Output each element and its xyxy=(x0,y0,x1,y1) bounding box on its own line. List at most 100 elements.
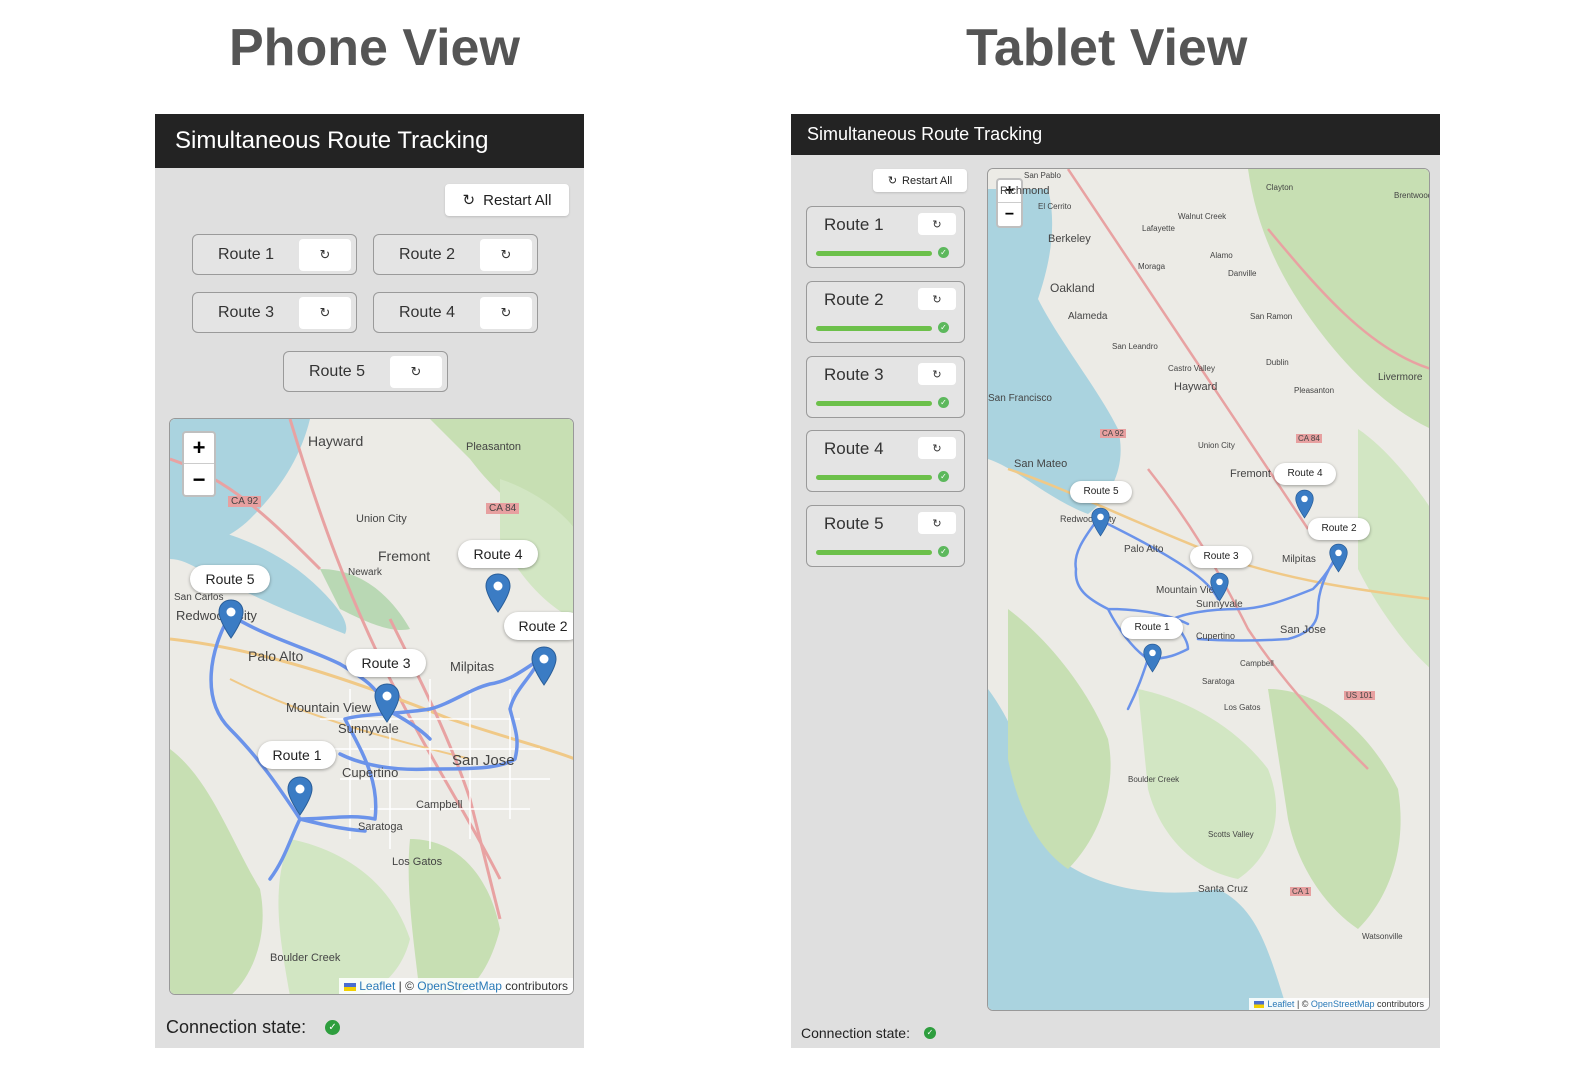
place-label: Livermore xyxy=(1378,372,1423,383)
map-attribution: Leaflet | © OpenStreetMap contributors xyxy=(339,978,573,994)
place-label: Hayward xyxy=(1174,381,1218,393)
route-restart-button[interactable]: ↻ xyxy=(918,437,956,459)
route-label: Route 5 xyxy=(824,514,884,533)
map-marker-icon[interactable] xyxy=(218,599,244,639)
osm-link[interactable]: OpenStreetMap xyxy=(1311,999,1375,1009)
route-label: Route 1 xyxy=(824,215,884,234)
route-restart-button[interactable]: ↻ xyxy=(918,512,956,534)
map-marker-icon[interactable] xyxy=(1210,572,1229,602)
place-label: Union City xyxy=(356,513,407,525)
route-card-5: Route 5 ↻ ✓ xyxy=(806,505,965,567)
place-label: San Carlos xyxy=(174,592,224,603)
route-button-3[interactable]: Route 3 ↻ xyxy=(192,292,357,333)
place-label: Dublin xyxy=(1266,358,1289,367)
place-label: Hayward xyxy=(308,433,364,449)
map[interactable]: + − Hayward Pleasanton Union City Fremon… xyxy=(169,418,574,995)
map-marker-icon[interactable] xyxy=(1295,489,1314,519)
road-shield: US 101 xyxy=(1344,691,1375,700)
place-label: Oakland xyxy=(1050,281,1095,295)
place-label: San Jose xyxy=(452,752,515,769)
route-restart-button[interactable]: ↻ xyxy=(480,296,532,329)
restart-icon: ↻ xyxy=(319,304,331,320)
zoom-out-button[interactable]: − xyxy=(998,203,1021,226)
place-label: Lafayette xyxy=(1142,224,1175,233)
route-button-4[interactable]: Route 4 ↻ xyxy=(373,292,538,333)
route-restart-button[interactable]: ↻ xyxy=(390,355,442,388)
marker-label: Route 4 xyxy=(458,540,538,568)
ukraine-flag-icon xyxy=(1254,1001,1265,1009)
tablet-view-title: Tablet View xyxy=(966,19,1248,77)
place-label: Los Gatos xyxy=(1224,703,1261,712)
route-restart-button[interactable]: ↻ xyxy=(480,238,532,271)
map-marker-icon[interactable] xyxy=(1329,543,1348,573)
place-label: Moraga xyxy=(1138,262,1166,271)
marker-label: Route 2 xyxy=(504,612,573,640)
map-marker-icon[interactable] xyxy=(374,683,400,723)
restart-icon: ↻ xyxy=(932,293,942,306)
route-restart-button[interactable]: ↻ xyxy=(918,213,956,235)
restart-icon: ↻ xyxy=(462,192,476,209)
map-marker-icon[interactable] xyxy=(1091,507,1110,537)
phone-device: Simultaneous Route Tracking ↻ Restart Al… xyxy=(155,114,584,1048)
restart-all-button[interactable]: ↻ Restart All xyxy=(873,169,967,192)
place-label: Castro Valley xyxy=(1168,364,1215,373)
place-label: Alameda xyxy=(1068,311,1108,322)
route-progress-bar xyxy=(816,550,932,555)
road-shield: CA 92 xyxy=(1100,429,1126,438)
route-restart-button[interactable]: ↻ xyxy=(299,238,351,271)
road-shield: CA 84 xyxy=(1296,434,1322,443)
place-label: Santa Cruz xyxy=(1198,884,1249,895)
restart-all-label: Restart All xyxy=(483,191,552,209)
connection-label: Connection state: xyxy=(801,1025,910,1041)
attribution-separator: | © xyxy=(1294,999,1311,1009)
route-label: Route 2 xyxy=(824,290,884,309)
phone-view-title: Phone View xyxy=(229,19,520,77)
osm-link[interactable]: OpenStreetMap xyxy=(417,979,502,993)
ukraine-flag-icon xyxy=(344,982,357,991)
restart-icon: ↻ xyxy=(319,246,331,262)
route-restart-button[interactable]: ↻ xyxy=(299,296,351,329)
road-shield: CA 1 xyxy=(1290,887,1312,896)
road-shield: CA 84 xyxy=(486,503,520,514)
place-label: San Mateo xyxy=(1014,458,1068,470)
check-circle-icon: ✓ xyxy=(938,397,949,408)
place-label: Campbell xyxy=(416,799,463,811)
place-label: Union City xyxy=(1198,441,1235,450)
marker-label: Route 3 xyxy=(1190,546,1252,568)
route-button-1[interactable]: Route 1 ↻ xyxy=(192,234,357,275)
route-label: Route 2 xyxy=(398,245,456,263)
place-label: Brentwood xyxy=(1394,191,1430,200)
route-restart-button[interactable]: ↻ xyxy=(918,363,956,385)
connection-state: Connection state: ✓ xyxy=(801,1025,936,1041)
tablet-device: Simultaneous Route Tracking ↻ Restart Al… xyxy=(791,114,1440,1048)
marker-label: Route 3 xyxy=(346,649,426,677)
marker-label: Route 5 xyxy=(190,565,270,593)
route-progress-bar xyxy=(816,251,932,256)
place-label: Sunnyvale xyxy=(338,721,399,736)
route-button-2[interactable]: Route 2 ↻ xyxy=(373,234,538,275)
restart-icon: ↻ xyxy=(887,175,898,187)
map-marker-icon[interactable] xyxy=(485,573,511,613)
map-marker-icon[interactable] xyxy=(1143,643,1162,673)
place-label: Danville xyxy=(1228,269,1257,278)
place-label: Palo Alto xyxy=(248,648,304,664)
restart-all-button[interactable]: ↻ Restart All xyxy=(445,184,569,216)
restart-all-label: Restart All xyxy=(902,174,953,187)
map-marker-icon[interactable] xyxy=(287,776,313,816)
place-label: San Francisco xyxy=(988,393,1052,404)
place-label: Richmond xyxy=(1000,185,1050,197)
marker-label: Route 1 xyxy=(1121,617,1183,639)
leaflet-link[interactable]: Leaflet xyxy=(359,979,395,993)
zoom-out-button[interactable]: − xyxy=(184,464,214,495)
place-label: Alamo xyxy=(1210,251,1233,260)
zoom-in-button[interactable]: + xyxy=(184,433,214,464)
check-circle-icon: ✓ xyxy=(938,247,949,258)
leaflet-link[interactable]: Leaflet xyxy=(1267,999,1294,1009)
place-label: Saratoga xyxy=(358,821,403,833)
map[interactable]: + − San Pablo Richmond El Cerrito Berkel… xyxy=(987,168,1430,1011)
map-marker-icon[interactable] xyxy=(531,646,557,686)
place-label: Newark xyxy=(348,567,382,578)
attribution-separator: | © xyxy=(395,979,418,993)
route-restart-button[interactable]: ↻ xyxy=(918,288,956,310)
route-button-5[interactable]: Route 5 ↻ xyxy=(283,351,448,392)
